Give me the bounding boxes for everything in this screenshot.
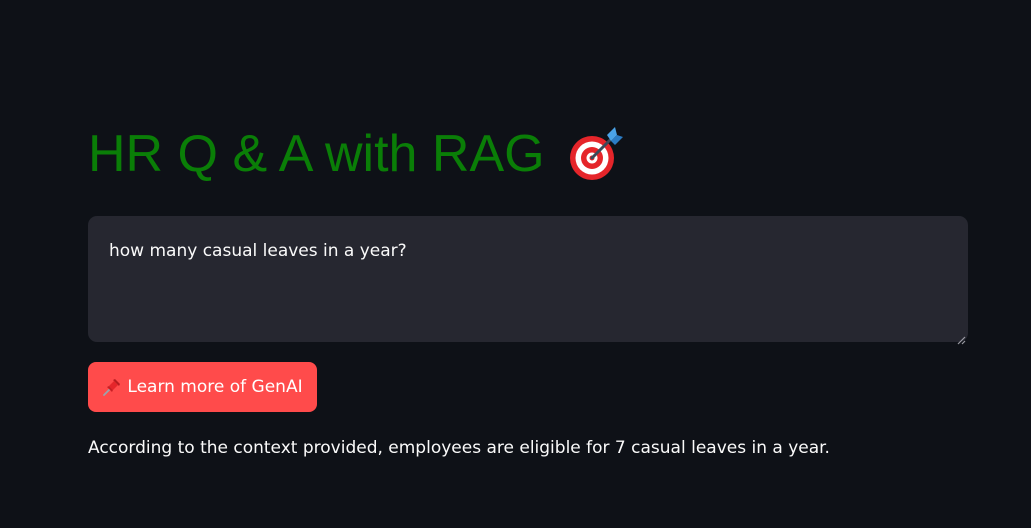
answer-text: According to the context provided, emplo… (88, 438, 830, 458)
learn-more-button[interactable]: Learn more of GenAI (88, 362, 317, 412)
question-textarea[interactable]: how many casual leaves in a year? (88, 216, 968, 345)
pushpin-icon (102, 377, 122, 397)
target-dart-icon (567, 125, 625, 183)
page-title: HR Q & A with RAG (88, 125, 545, 183)
learn-more-button-label: Learn more of GenAI (127, 377, 303, 397)
question-input-value: how many casual leaves in a year? (109, 241, 407, 261)
page-header: HR Q & A with RAG (88, 122, 625, 186)
resize-handle-icon[interactable] (956, 330, 966, 345)
app-page: HR Q & A with RAG how many casual leaves… (0, 0, 1031, 528)
